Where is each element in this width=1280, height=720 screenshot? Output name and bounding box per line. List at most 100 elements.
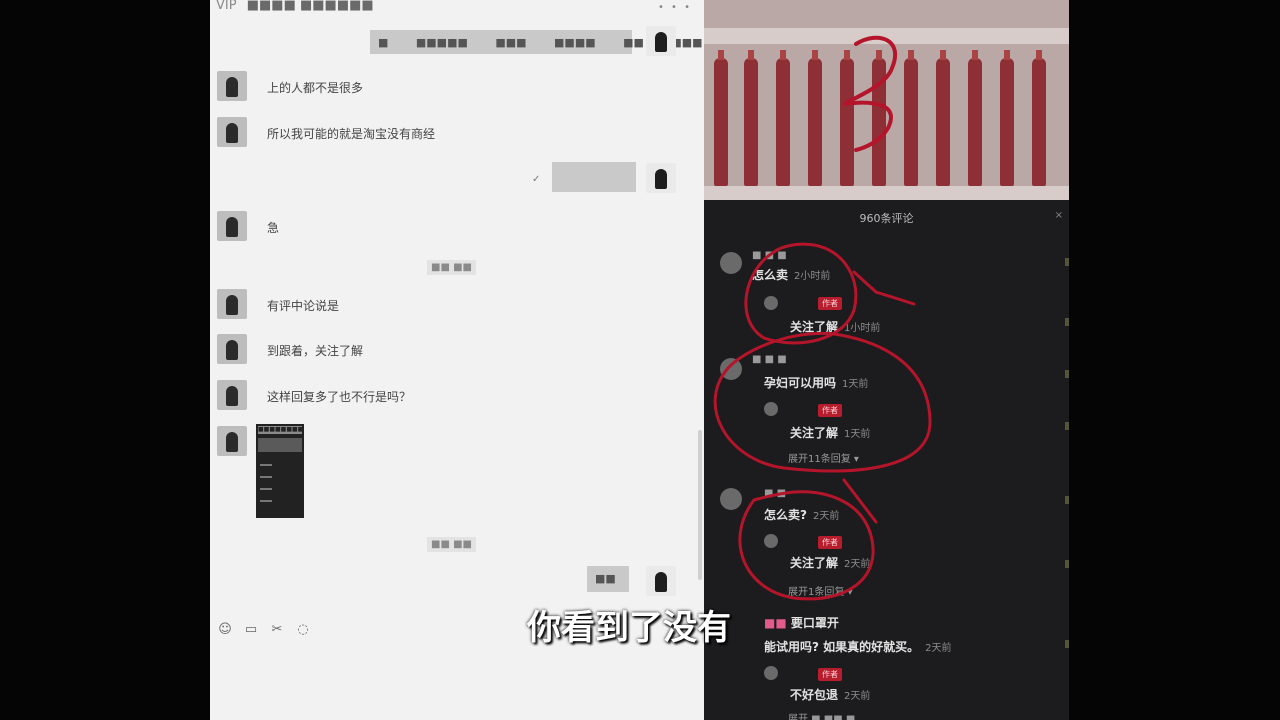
reply-body: 不好包退: [790, 688, 839, 702]
commenter-avatar[interactable]: [720, 488, 742, 510]
author-avatar[interactable]: [764, 402, 778, 416]
avatar-figure-icon: [226, 432, 238, 452]
avatar-figure-icon: [655, 572, 667, 592]
contact-avatar[interactable]: [217, 380, 247, 410]
side-mark: [1065, 422, 1069, 430]
my-avatar[interactable]: [646, 566, 676, 596]
author-avatar[interactable]: [764, 534, 778, 548]
author-badge: 作者: [818, 536, 842, 549]
video-frame[interactable]: [704, 0, 1069, 200]
reply-time: 1小时前: [844, 323, 881, 334]
expand-replies-link[interactable]: 展开1条回复 ▾: [788, 583, 853, 598]
avatar-figure-icon: [655, 169, 667, 189]
comment-time: 2天前: [925, 643, 952, 654]
scrollbar[interactable]: [698, 430, 702, 580]
message-text: 急: [267, 221, 280, 235]
comment-time: 2天前: [812, 511, 840, 522]
reply-time: 2天前: [844, 691, 871, 702]
comment-text: 怎么卖 2小时前: [752, 266, 830, 283]
image-line: [260, 476, 272, 478]
comment-body: 怎么卖?: [764, 508, 807, 522]
vip-label: VIP: [216, 0, 237, 13]
side-mark: [1065, 496, 1069, 504]
comment-body: 孕妇可以用吗: [764, 376, 837, 390]
comments-count: 960条评论: [859, 212, 914, 225]
commenter-avatar[interactable]: [720, 358, 742, 380]
message-text: 所以我可能的就是淘宝没有商经: [267, 127, 436, 141]
contact-avatar[interactable]: [217, 117, 247, 147]
commenter-avatar[interactable]: [720, 252, 742, 274]
timestamp: ■■ ■■: [427, 537, 476, 552]
avatar-figure-icon: [226, 340, 238, 360]
image-line: [260, 500, 272, 502]
window-controls[interactable]: • • •: [658, 2, 692, 13]
image-caption-strip: ■■■■■■■■■■: [258, 426, 302, 434]
author-avatar[interactable]: [764, 666, 778, 680]
folder-icon[interactable]: ▭: [242, 622, 260, 638]
reply-text: 关注了解 1天前: [790, 424, 870, 441]
my-message-bubble[interactable]: ■■: [587, 566, 629, 592]
contact-avatar[interactable]: [217, 426, 247, 456]
expand-replies-link[interactable]: 展开11条回复 ▾: [788, 450, 859, 465]
comment-body-line2: 能试用吗? 如果真的好就买。: [764, 640, 920, 654]
contact-avatar[interactable]: [217, 334, 247, 364]
input-toolbar: ☺ ▭ ✂ ◌: [216, 622, 312, 638]
chat-title-text: ■■■■ ■■■■■■: [246, 0, 374, 13]
comment-text: ■■ 要口罩开: [764, 614, 839, 631]
chat-history-icon[interactable]: ◌: [294, 622, 312, 638]
contact-avatar[interactable]: [217, 211, 247, 241]
reply-text: 关注了解 2天前: [790, 554, 870, 571]
comment-text: 怎么卖? 2天前: [764, 506, 839, 523]
my-avatar[interactable]: [646, 26, 676, 56]
author-badge: 作者: [818, 297, 842, 310]
contact-avatar[interactable]: [217, 289, 247, 319]
side-mark: [1065, 640, 1069, 648]
avatar-figure-icon: [226, 217, 238, 237]
avatar-figure-icon: [655, 32, 667, 52]
contact-avatar[interactable]: [217, 71, 247, 101]
side-mark: [1065, 318, 1069, 326]
reply-time: 2天前: [844, 559, 871, 570]
message-text: 上的人都不是很多: [267, 81, 364, 95]
commenter-name[interactable]: ■ ■ ■: [752, 250, 787, 261]
reply-body: 关注了解: [790, 426, 839, 440]
comment-body: 要口罩开: [790, 616, 839, 630]
author-badge: 作者: [818, 668, 842, 681]
image-message[interactable]: ■■■■■■■■■■: [256, 424, 304, 518]
avatar-figure-icon: [226, 123, 238, 143]
my-avatar[interactable]: [646, 163, 676, 193]
reply-body: 关注了解: [790, 320, 839, 334]
video-subtitle: 你看到了没有: [527, 608, 731, 648]
image-line: [260, 488, 272, 490]
read-indicator-icon: ✓: [532, 174, 541, 185]
reply-text: 不好包退 2天前: [790, 686, 870, 703]
my-message-bubble[interactable]: [552, 162, 636, 192]
comments-panel: 960条评论 × ■ ■ ■ 怎么卖 2小时前 作者 关注了解 1小时前 ■ ■ ■…: [704, 200, 1069, 720]
handwritten-number-annotation: [842, 35, 898, 152]
reply-text: 关注了解 1小时前: [790, 318, 880, 335]
author-avatar[interactable]: [764, 296, 778, 310]
chat-title: VIP ■■■■ ■■■■■■: [216, 0, 374, 13]
message-text: 有评中论说是: [267, 299, 340, 313]
comment-text: 孕妇可以用吗 1天前: [764, 374, 868, 391]
timestamp: ■■ ■■: [427, 260, 476, 275]
comment-time: 2小时前: [794, 271, 831, 282]
author-badge: 作者: [818, 404, 842, 417]
close-icon[interactable]: ×: [1055, 210, 1063, 221]
side-mark: [1065, 258, 1069, 266]
comment-prefix: ■■: [764, 616, 791, 630]
expand-replies-link[interactable]: 展开 ■ ■■ ■: [788, 710, 855, 720]
commenter-name[interactable]: ■ ■ ■: [752, 354, 787, 365]
commenter-name[interactable]: ■ ■: [764, 488, 786, 499]
comment-time: 1天前: [842, 379, 869, 390]
avatar-figure-icon: [226, 295, 238, 315]
image-band: [258, 438, 302, 452]
reply-body: 关注了解: [790, 556, 839, 570]
scissors-icon[interactable]: ✂: [268, 622, 286, 638]
message-text: 到跟着，关注了解: [267, 344, 364, 358]
comment-body: 怎么卖: [752, 268, 789, 282]
side-mark: [1065, 370, 1069, 378]
emoji-icon[interactable]: ☺: [216, 622, 234, 638]
reply-time: 1天前: [844, 429, 871, 440]
my-message-bubble[interactable]: ■ ■■■■■ ■■■ ■■■■ ■■ ■■■: [370, 30, 703, 54]
